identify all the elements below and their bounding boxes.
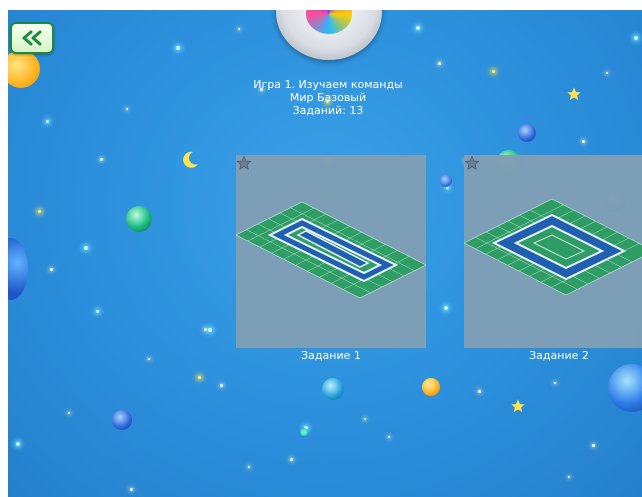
- star-dot: [50, 268, 53, 271]
- sun-planet: [8, 50, 40, 88]
- blue-small-planet: [112, 410, 132, 430]
- green-planet: [126, 206, 152, 232]
- star-dot: [388, 436, 390, 438]
- star-dot: [84, 246, 88, 250]
- gold-star-icon: [567, 87, 581, 101]
- star-dot: [248, 466, 250, 468]
- star-dot: [492, 70, 495, 73]
- star-dot: [290, 458, 293, 461]
- star-dot: [592, 444, 595, 447]
- world-wheel-center: [306, 10, 352, 34]
- star-dot: [148, 358, 150, 360]
- blue-small-planet: [518, 124, 536, 142]
- star-dot: [438, 62, 441, 65]
- level-1-preview: [236, 201, 426, 299]
- star-dot: [204, 328, 207, 331]
- star-dot: [38, 210, 41, 213]
- star-outline-icon: [464, 155, 480, 170]
- star-dot: [606, 72, 608, 74]
- level-2-preview: [464, 198, 642, 296]
- star-dot: [582, 140, 585, 143]
- star-dot: [198, 376, 201, 379]
- star-dot: [634, 36, 638, 40]
- star-dot: [364, 418, 366, 420]
- world-wheel-emblem: [276, 10, 382, 60]
- star-dot: [220, 384, 223, 387]
- moon-icon: [183, 151, 198, 168]
- game-screen: Игра 1. Изучаем команды Мир Базовый Зада…: [8, 10, 642, 497]
- level-card-1[interactable]: [236, 155, 426, 348]
- level-card-2[interactable]: [464, 155, 642, 348]
- level-label-1: Задание 1: [301, 349, 361, 362]
- star-dot: [568, 476, 570, 478]
- teal-dot-planet: [300, 428, 308, 436]
- blue-planet: [8, 238, 28, 300]
- task-count: Заданий: 13: [292, 104, 364, 117]
- star-dot: [208, 328, 212, 332]
- double-chevron-left-icon: [22, 30, 42, 46]
- blue-big-planet: [608, 364, 642, 412]
- game-title: Игра 1. Изучаем команды: [253, 78, 403, 91]
- back-button[interactable]: [10, 22, 54, 54]
- star-dot: [126, 108, 128, 110]
- star-dot: [130, 488, 133, 491]
- star-dot: [46, 120, 49, 123]
- orange-planet: [422, 378, 440, 396]
- star-dot: [478, 390, 481, 393]
- gold-star-icon: [511, 399, 525, 413]
- star-dot: [554, 382, 556, 384]
- world-name: Мир Базовый: [289, 91, 367, 104]
- star-dot: [68, 412, 70, 414]
- star-outline-icon: [236, 155, 252, 170]
- star-dot: [176, 46, 180, 50]
- star-dot: [100, 158, 103, 161]
- level-label-2: Задание 2: [529, 349, 589, 362]
- star-dot: [444, 306, 448, 310]
- star-dot: [416, 26, 420, 30]
- cyan-planet: [322, 378, 344, 400]
- blue-small-planet: [440, 175, 452, 187]
- star-dot: [238, 28, 240, 30]
- star-dot: [16, 442, 20, 446]
- star-dot: [96, 310, 99, 313]
- game-header: Игра 1. Изучаем команды Мир Базовый Зада…: [178, 78, 478, 117]
